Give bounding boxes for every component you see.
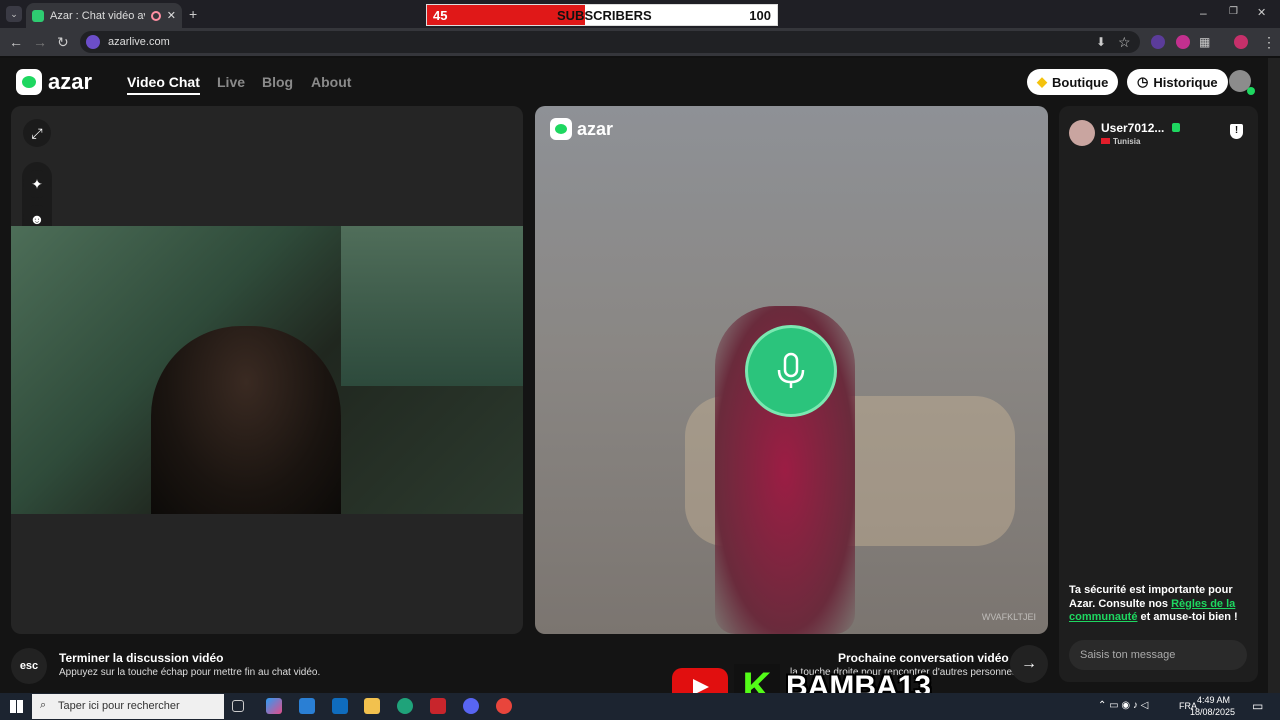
address-bar-row: ← → ↻ azarlive.com ⬇ ☆ ▦ ⋮ [0, 28, 1280, 56]
clock-icon: ◷ [1137, 74, 1149, 89]
extensions-puzzle-icon[interactable]: ▦ [1199, 33, 1210, 51]
windows-taskbar: ⌕ Taper ici pour rechercher ⌃ ▭ ◉ ♪ ◁ FR… [0, 693, 1280, 720]
search-icon: ⌕ [40, 699, 47, 711]
diamond-icon: ◆ [1037, 74, 1047, 89]
discord-icon[interactable] [463, 698, 479, 714]
browser-tab[interactable]: Azar : Chat vidéo avec de r ✕ [26, 3, 182, 28]
restore-button[interactable]: ❐ [1229, 6, 1238, 17]
safety-notice: Ta sécurité est importante pour Azar. Co… [1069, 584, 1249, 625]
partner-avatar[interactable] [1069, 120, 1095, 146]
boutique-button[interactable]: ◆ Boutique [1027, 69, 1119, 95]
new-tab-button[interactable]: + [189, 6, 197, 22]
reload-icon[interactable]: ↻ [57, 33, 69, 51]
local-video-panel: ⤢ ✦ ☻ [11, 106, 523, 634]
install-app-icon[interactable]: ⬇ [1096, 33, 1106, 51]
remote-azar-logo: azar [550, 118, 613, 140]
task-view-icon[interactable] [232, 700, 244, 712]
end-chat-hint: Appuyez sur la touche échap pour mettre … [59, 667, 321, 678]
safety-suffix: et amuse-toi bien ! [1137, 611, 1238, 623]
url-field[interactable]: azarlive.com [80, 31, 1140, 53]
clock-date: 18/08/2025 [1190, 707, 1236, 717]
subscriber-current: 45 [433, 8, 448, 23]
next-arrow-button[interactable]: → [1010, 645, 1048, 683]
remote-logo-text: azar [577, 118, 614, 139]
chat-panel: User7012... Tunisia ! Ta sécurité est im… [1059, 106, 1258, 682]
expand-icon[interactable]: ⤢ [23, 119, 51, 147]
close-window-button[interactable]: ✕ [1257, 6, 1266, 19]
search-placeholder: Taper ici pour rechercher [58, 700, 180, 712]
edge-icon[interactable] [397, 698, 413, 714]
outlook-icon[interactable] [332, 698, 348, 714]
notification-icon[interactable]: ▭ [1252, 699, 1263, 713]
copilot-icon[interactable] [266, 698, 282, 714]
local-user-silhouette [151, 326, 341, 514]
site-info-icon[interactable] [86, 35, 100, 49]
subscriber-goal-bar: 45 SUBSCRIBERS 100 [426, 4, 778, 26]
tunisia-flag-icon [1101, 138, 1110, 144]
historique-label: Historique [1153, 74, 1218, 90]
extension-shield-icon[interactable] [1176, 35, 1190, 49]
nav-video-chat[interactable]: Video Chat [127, 74, 200, 95]
app-icon[interactable] [430, 698, 446, 714]
partner-username: User7012... [1101, 121, 1165, 135]
nav-about[interactable]: About [311, 74, 351, 90]
azar-logo[interactable]: azar [16, 69, 92, 95]
microphone-button[interactable] [745, 325, 837, 417]
esc-key-button[interactable]: esc [11, 648, 47, 684]
chrome-icon[interactable] [496, 698, 512, 714]
azar-watermark-icon [550, 118, 572, 140]
next-chat-title: Prochaine conversation vidéo [838, 651, 1009, 665]
azar-logo-text: azar [48, 69, 93, 94]
nav-blog[interactable]: Blog [262, 74, 293, 90]
remote-video-panel: azar WVAFKLTJEI [535, 106, 1048, 634]
azar-favicon-icon [32, 9, 44, 22]
clock-time: 4:49 AM [1196, 695, 1230, 705]
windows-start-icon[interactable] [10, 700, 23, 713]
partner-country: Tunisia [1101, 137, 1140, 146]
url-text: azarlive.com [108, 36, 170, 48]
arrow-right-icon: → [1021, 655, 1037, 672]
back-icon[interactable]: ← [9, 33, 23, 51]
user-avatar-icon[interactable] [1229, 70, 1255, 95]
recording-icon [150, 10, 161, 21]
close-tab-icon[interactable]: ✕ [167, 9, 176, 22]
bookmark-star-icon[interactable]: ☆ [1118, 33, 1131, 51]
azar-page: azar Video Chat Live Blog About ◆ Boutiq… [0, 58, 1268, 693]
tab-title: Azar : Chat vidéo avec de r [50, 9, 145, 22]
page-scrollbar[interactable] [1268, 58, 1280, 693]
profile-icon[interactable] [1234, 35, 1248, 49]
subscriber-label: SUBSCRIBERS [557, 8, 652, 23]
forward-icon[interactable]: → [33, 33, 47, 51]
minimize-button[interactable]: – [1200, 6, 1207, 20]
background-wall [341, 226, 523, 386]
store-icon[interactable] [299, 698, 315, 714]
azar-logo-icon [16, 69, 42, 95]
taskbar-clock[interactable]: 4:49 AM 18/08/2025 [1190, 694, 1236, 718]
microphone-icon [777, 352, 805, 388]
browser-menu-icon[interactable]: ⋮ [1262, 33, 1276, 51]
extension-t-icon[interactable] [1151, 35, 1165, 49]
sparkle-effects-icon[interactable]: ✦ [23, 170, 51, 198]
verified-badge-icon [1172, 123, 1180, 132]
historique-button[interactable]: ◷ Historique [1127, 69, 1228, 95]
file-explorer-icon[interactable] [364, 698, 380, 714]
local-camera-feed [11, 226, 523, 514]
tab-list-icon[interactable]: ⌄ [6, 6, 22, 22]
taskbar-search-field[interactable]: ⌕ Taper ici pour rechercher [32, 694, 224, 719]
remote-watermark: WVAFKLTJEI [981, 612, 1036, 622]
report-shield-icon[interactable]: ! [1230, 124, 1243, 139]
tray-icons[interactable]: ⌃ ▭ ◉ ♪ ◁ [1098, 700, 1148, 711]
nav-live[interactable]: Live [217, 74, 245, 90]
subscriber-target: 100 [749, 8, 771, 23]
end-chat-title: Terminer la discussion vidéo [59, 651, 224, 665]
boutique-label: Boutique [1052, 74, 1109, 90]
message-input[interactable]: Saisis ton message [1069, 640, 1247, 670]
partner-country-name: Tunisia [1113, 137, 1141, 146]
